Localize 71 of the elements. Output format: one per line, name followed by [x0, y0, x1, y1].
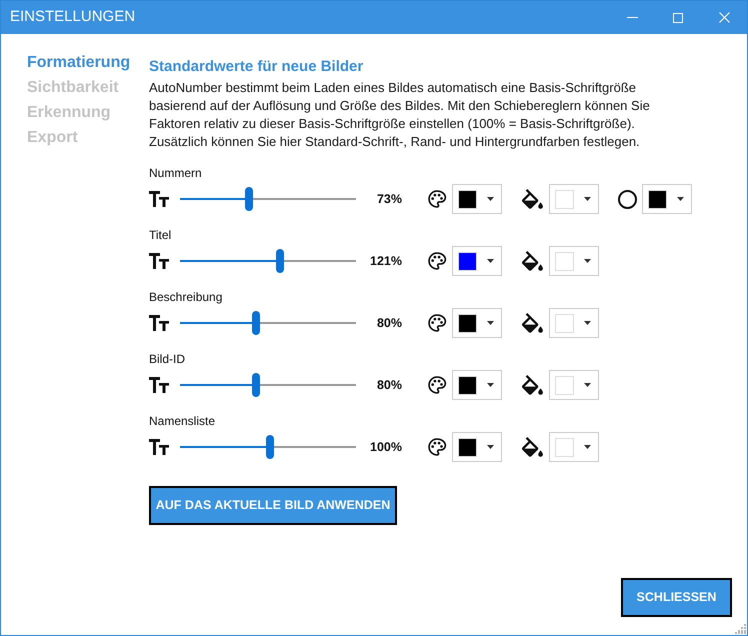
- percent-value: 121%: [369, 252, 402, 270]
- slider-thumb[interactable]: [276, 249, 284, 273]
- caret-icon: [487, 197, 494, 201]
- text-size-icon: [149, 191, 169, 207]
- size-slider[interactable]: [180, 249, 356, 273]
- row-label: Bild-ID: [149, 351, 186, 367]
- maximize-icon: [673, 12, 683, 22]
- close-icon: [718, 12, 730, 23]
- paint-bucket-icon: [521, 251, 544, 271]
- slider-thumb[interactable]: [244, 187, 253, 211]
- section-description: AutoNumber bestimmt beim Laden eines Bildes automatisch eine Basis-Schriftgröße basierend auf der Auflösung und Größe des Bildes. Mit den Schiebereglern können Sie Faktoren relativ zu dieser Basis-Schriftgröße einstellen (100% = Basis-Schriftgröße). Zusätzlich können Sie hier Standard-Schrift-, Rand- und Hintergrundfarben festlegen.: [149, 79, 651, 151]
- text-size-icon: [149, 253, 169, 269]
- paint-bucket-icon: [521, 437, 544, 457]
- paint-bucket-icon: [521, 189, 544, 209]
- sidebar-item[interactable]: Sichtbarkeit: [27, 75, 119, 100]
- text-size-icon: [149, 315, 169, 331]
- percent-value: 80%: [376, 376, 402, 394]
- palette-icon: [427, 375, 447, 395]
- text-size-icon: [149, 377, 169, 393]
- caret-icon: [487, 321, 494, 325]
- paint-bucket-icon: [521, 375, 544, 395]
- caret-icon: [487, 259, 494, 263]
- percent-value: 73%: [376, 190, 402, 208]
- size-slider[interactable]: [180, 187, 356, 211]
- resize-grip-icon[interactable]: [735, 623, 746, 634]
- palette-icon: [427, 251, 447, 271]
- row-label: Nummern: [149, 165, 203, 181]
- section-heading: Standardwerte für neue Bilder: [149, 57, 364, 77]
- apply-button[interactable]: AUF DAS AKTUELLE BILD ANWENDEN: [149, 486, 397, 525]
- sidebar-item[interactable]: Export: [27, 125, 78, 150]
- palette-icon: [427, 437, 447, 457]
- caret-icon: [584, 321, 591, 325]
- percent-value: 100%: [369, 438, 402, 456]
- color-dropdown[interactable]: [452, 432, 502, 462]
- palette-icon: [427, 313, 447, 333]
- size-slider[interactable]: [180, 373, 356, 397]
- caret-icon: [584, 259, 591, 263]
- caret-icon: [487, 445, 494, 449]
- slider-thumb[interactable]: [252, 311, 260, 335]
- minimize-icon: [626, 17, 638, 18]
- text-size-icon: [149, 439, 169, 455]
- caret-icon: [584, 197, 591, 201]
- circle-icon: [618, 190, 637, 208]
- color-dropdown[interactable]: [549, 308, 599, 338]
- percent-value: 80%: [376, 314, 402, 332]
- color-dropdown[interactable]: [549, 432, 599, 462]
- palette-icon: [427, 189, 447, 209]
- slider-thumb[interactable]: [266, 435, 274, 459]
- caret-icon: [584, 383, 591, 387]
- size-slider[interactable]: [180, 435, 356, 459]
- row-label: Titel: [149, 227, 172, 243]
- close-dialog-button[interactable]: SCHLIESSEN: [621, 578, 732, 617]
- caret-icon: [584, 445, 591, 449]
- color-dropdown[interactable]: [549, 184, 599, 214]
- color-dropdown[interactable]: [452, 308, 502, 338]
- sidebar-item[interactable]: Formatierung: [27, 50, 130, 75]
- color-dropdown[interactable]: [549, 246, 599, 276]
- slider-thumb[interactable]: [252, 373, 260, 397]
- row-label: Beschreibung: [149, 289, 224, 305]
- color-dropdown[interactable]: [452, 184, 502, 214]
- window-title: EINSTELLUNGEN: [9, 7, 136, 28]
- color-dropdown[interactable]: [452, 246, 502, 276]
- sidebar-item[interactable]: Erkennung: [27, 100, 111, 125]
- row-label: Namensliste: [149, 413, 216, 429]
- caret-icon: [487, 383, 494, 387]
- color-dropdown[interactable]: [452, 370, 502, 400]
- size-slider[interactable]: [180, 311, 356, 335]
- color-dropdown[interactable]: [549, 370, 599, 400]
- paint-bucket-icon: [521, 313, 544, 333]
- color-dropdown[interactable]: [642, 184, 692, 214]
- caret-icon: [677, 197, 684, 201]
